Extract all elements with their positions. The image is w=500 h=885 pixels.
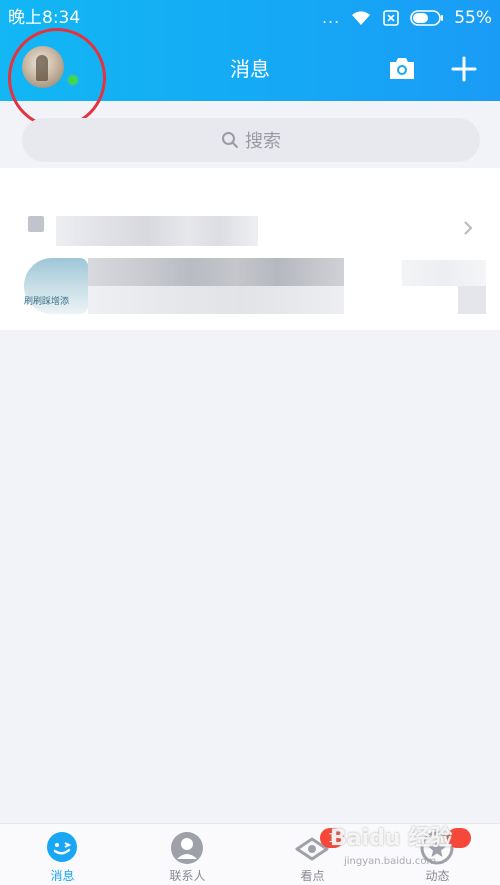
pixelated-message [88,286,344,314]
pixelated-time [402,260,486,286]
tab-label: 联系人 [169,869,206,883]
search-bar[interactable]: 搜索 [22,118,480,162]
group-icon [28,216,44,232]
status-time: 晚上8:34 [8,8,81,28]
watermark-url: jingyan.baidu.com [344,856,437,867]
list-item[interactable] [0,186,500,246]
chat-bubble-icon [47,832,77,862]
battery-icon [410,10,444,26]
search-icon [222,132,238,148]
wifi-icon [352,11,371,25]
pixelated-title [88,258,344,286]
status-indicators: ... 55% [322,7,492,29]
no-sim-icon [383,10,400,26]
battery-percent: 55% [454,8,492,28]
annotation-circle [8,28,106,128]
notification-dots: ... [321,8,341,27]
tab-contacts[interactable]: 联系人 [125,824,250,885]
chevron-right-icon [464,221,473,235]
tab-messages[interactable]: 消息 [0,824,125,885]
conversation-caption: 刷刷踩增添 [24,297,70,307]
person-icon [171,832,203,864]
pixelated-text [56,216,258,246]
conversation-list: 刷刷踩增添 [0,168,500,330]
tab-label: 消息 [50,869,75,883]
plus-icon[interactable] [451,56,477,82]
camera-icon[interactable] [388,55,416,81]
search-placeholder: 搜索 [245,131,281,152]
pixelated-badge [458,286,486,314]
